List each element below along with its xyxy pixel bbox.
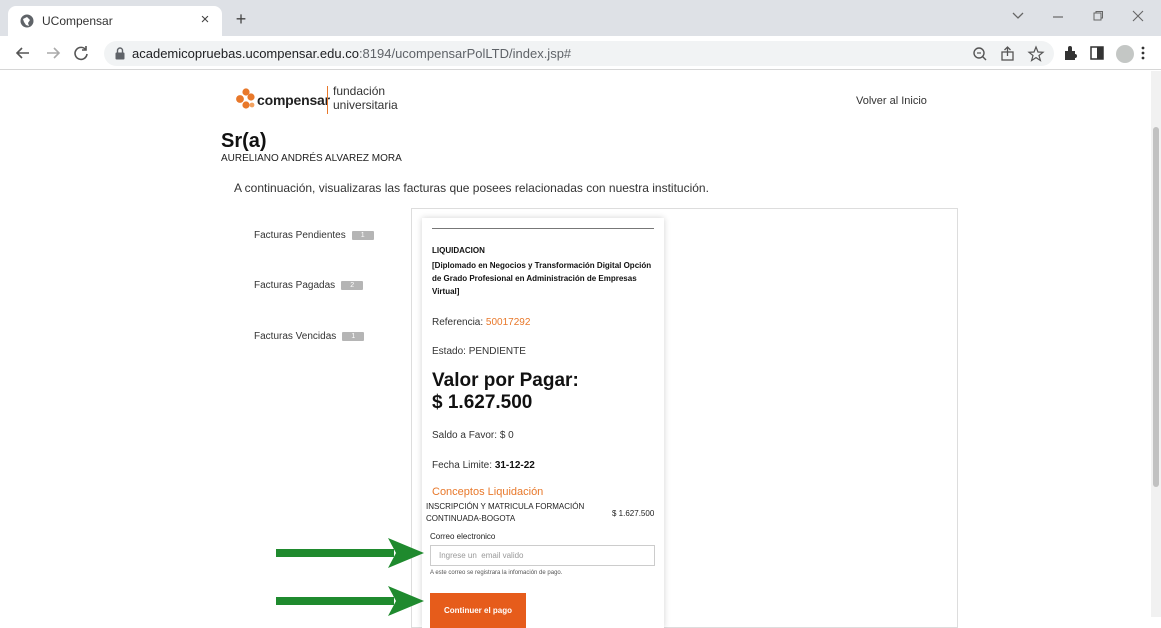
logo-line-1: fundación [333,84,386,98]
count-badge: 1 [351,230,374,240]
logo-line-2: universitaria [333,98,398,112]
browser-tabstrip: UCompensar × + [0,0,1161,36]
zoom-icon[interactable] [970,44,990,64]
menu-kebab-icon[interactable] [1136,42,1150,64]
logo-separator [327,86,328,114]
concepts-title: Conceptos Liquidación [432,486,544,498]
user-name: AURELIANO ANDRÉS ALVAREZ MORA [221,153,402,164]
back-arrow-icon[interactable] [12,42,34,64]
amount-due-value: $ 1.627.500 [432,392,533,413]
sidebar-item-label: Facturas Vencidas [254,331,337,342]
sidebar-item-paid[interactable]: Facturas Pagadas 2 [254,280,364,291]
concept-amount: $ 1.627.500 [612,509,655,518]
browser-toolbar: academicopruebas.ucompensar.edu.co:8194/… [0,36,1161,70]
logo-wordmark: compensar [257,92,330,108]
sidebar-item-label: Facturas Pendientes [254,230,346,241]
tab-close-button[interactable]: × [196,11,214,29]
page-scrollbar[interactable] [1151,71,1161,617]
intro-text: A continuación, visualizaras las factura… [234,181,709,195]
minimize-icon[interactable] [1048,10,1068,22]
url-text[interactable]: academicopruebas.ucompensar.edu.co:8194/… [132,46,571,61]
email-label: Correo electronico [430,532,496,541]
globe-icon [20,14,34,28]
close-window-icon[interactable] [1128,10,1148,22]
bookmark-star-icon[interactable] [1026,44,1046,64]
sidebar-item-overdue[interactable]: Facturas Vencidas 1 [254,331,365,342]
profile-avatar[interactable] [1116,45,1134,63]
due-date: Fecha Limite: 31-12-22 [432,460,535,471]
address-bar[interactable]: academicopruebas.ucompensar.edu.co:8194/… [104,41,1054,66]
compensar-logo: compensar fundación universitaria [233,84,403,116]
tab-title: UCompensar [42,14,113,28]
count-badge: 1 [342,331,365,341]
extensions-icon[interactable] [1060,42,1082,64]
invoice-status: Estado: PENDIENTE [432,346,526,357]
due-date-label: Fecha Limite: [432,460,495,471]
scrollbar-thumb[interactable] [1153,127,1159,487]
logo-subtitle: fundación universitaria [333,84,398,112]
amount-due: Valor por Pagar: $ 1.627.500 [432,370,658,414]
sidebar-item-label: Facturas Pagadas [254,280,336,291]
restore-icon[interactable] [1088,10,1108,22]
due-date-value: 31-12-22 [494,460,535,471]
invoice-program: [Diplomado en Negocios y Transformación … [432,261,652,296]
concept-name: INSCRIPCIÓN Y MATRICULA FORMACIÓN CONTIN… [426,502,585,523]
reference-number: 50017292 [485,317,531,328]
lock-icon [115,47,125,60]
greeting-title: Sr(a) [221,130,267,152]
email-input[interactable] [430,545,655,566]
card-divider [432,228,654,229]
share-icon[interactable] [998,44,1018,64]
forward-arrow-icon[interactable] [42,42,64,64]
tab-search-icon[interactable] [1008,10,1028,22]
url-host: academicopruebas.ucompensar.edu.co [132,46,359,61]
logo-dots-icon [236,88,255,109]
invoice-reference: Referencia: 50017292 [432,317,530,328]
credit-balance: Saldo a Favor: $ 0 [432,430,514,441]
sidebar-item-pending[interactable]: Facturas Pendientes 1 [254,230,374,241]
green-arrow-icon [276,586,424,616]
continue-payment-button[interactable]: Continuer el pago [430,593,526,628]
back-home-link[interactable]: Volver al Inicio [856,95,927,107]
new-tab-button[interactable]: + [230,8,252,30]
amount-due-label: Valor por Pagar: [432,370,579,391]
invoice-type: LIQUIDACION [432,246,485,255]
email-hint: A este correo se registrara la infomació… [430,570,563,576]
url-path: :8194/ucompensarPolLTD/index.jsp# [358,46,572,61]
reference-label: Referencia: [432,317,486,328]
reload-icon[interactable] [70,42,92,64]
invoice-card: LIQUIDACION [Diplomado en Negocios y Tra… [422,218,664,628]
side-panel-icon[interactable] [1086,42,1108,64]
green-arrow-icon [276,538,424,568]
count-badge: 2 [341,280,364,290]
browser-tab[interactable]: UCompensar × [8,6,222,36]
